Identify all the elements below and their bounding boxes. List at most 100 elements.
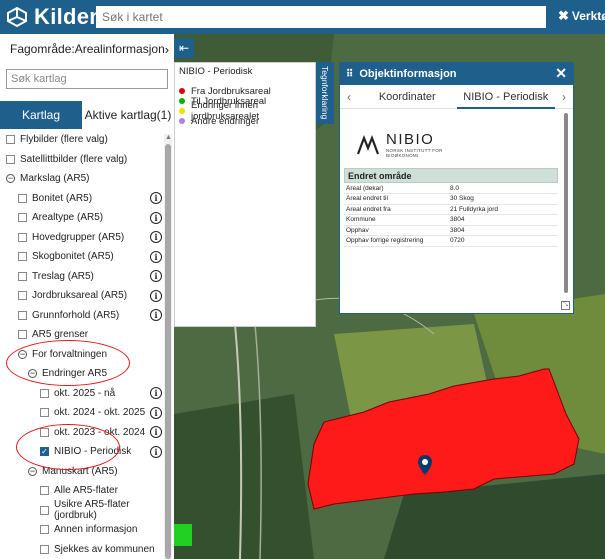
- collapse-icon[interactable]: −: [18, 349, 27, 359]
- layer-label: Hovedgrupper (AR5): [32, 231, 125, 243]
- info-icon[interactable]: i: [150, 211, 162, 224]
- checkbox[interactable]: [18, 291, 27, 301]
- checkbox[interactable]: [40, 427, 49, 437]
- layer-label: Treslag (AR5): [32, 270, 94, 282]
- fagomrade-selector[interactable]: Fagområde: Arealinformasjon ›: [0, 34, 174, 64]
- layer-item[interactable]: Satellittbilder (flere valg): [0, 150, 164, 170]
- scroll-thumb[interactable]: [165, 144, 171, 559]
- checkbox[interactable]: [18, 252, 27, 262]
- checkbox[interactable]: [18, 193, 27, 203]
- close-icon[interactable]: ✕: [555, 65, 567, 82]
- layer-item[interactable]: Jordbruksareal (AR5) i: [0, 286, 164, 306]
- checkbox[interactable]: [18, 330, 27, 340]
- layer-scrollbar[interactable]: ▲: [164, 134, 172, 559]
- layer-item[interactable]: Skogbonitet (AR5) i: [0, 247, 164, 267]
- layer-item[interactable]: Hovedgrupper (AR5) i: [0, 228, 164, 248]
- row-value: 21 Fulldyrka jord: [448, 204, 558, 215]
- legend-swatch: [179, 108, 185, 114]
- layer-item[interactable]: Flybilder (flere valg): [0, 130, 164, 150]
- info-icon[interactable]: i: [150, 270, 162, 283]
- scroll-up-icon[interactable]: ▲: [165, 134, 172, 141]
- table-row: Kommune 3804: [344, 214, 558, 226]
- legend-tab[interactable]: Tegnforklaring: [316, 62, 334, 124]
- nibio-mark-icon: [356, 134, 380, 154]
- collapse-panel-button[interactable]: ⇤: [174, 38, 194, 58]
- tools-button[interactable]: ✖ Verktøy: [558, 8, 605, 24]
- legend-item-label: Andre endringer: [191, 115, 260, 127]
- checkbox[interactable]: [40, 544, 49, 554]
- layer-item[interactable]: Bonitet (AR5) i: [0, 189, 164, 209]
- layer-item[interactable]: okt. 2024 - okt. 2025 i: [0, 403, 164, 423]
- layer-item[interactable]: Alle AR5-flater: [0, 481, 164, 501]
- layer-label: okt. 2025 - nå: [54, 387, 116, 399]
- layer-item[interactable]: okt. 2023 - okt. 2024 i: [0, 423, 164, 443]
- row-key: Areal endret fra: [344, 204, 448, 215]
- app-logo[interactable]: Kilden: [6, 4, 103, 30]
- layer-item[interactable]: okt. 2025 - nå i: [0, 384, 164, 404]
- layer-item[interactable]: Usikre AR5-flater (jordbruk): [0, 499, 164, 521]
- layer-label: Annen informasjon: [54, 524, 138, 536]
- table-row: Opphav 3804: [344, 225, 558, 236]
- layer-item[interactable]: AR5 grenser: [0, 325, 164, 345]
- checkbox[interactable]: [6, 135, 15, 145]
- checkbox[interactable]: [40, 525, 49, 535]
- row-key: Kommune: [344, 214, 448, 226]
- layer-item[interactable]: Sjekkes av kommunen: [0, 540, 164, 559]
- layer-item[interactable]: Arealtype (AR5) i: [0, 208, 164, 228]
- layer-item[interactable]: Annen informasjon: [0, 520, 164, 540]
- info-icon[interactable]: i: [150, 192, 162, 205]
- collapse-icon[interactable]: −: [6, 174, 15, 184]
- checkbox[interactable]: [40, 486, 49, 496]
- popup-header[interactable]: ⠿ Objektinformasjon ✕: [340, 63, 573, 85]
- layer-group[interactable]: − Endringer AR5: [0, 364, 164, 384]
- chevron-left-icon[interactable]: ‹: [340, 90, 358, 104]
- info-icon[interactable]: i: [150, 250, 162, 263]
- checkbox[interactable]: [18, 271, 27, 281]
- resize-handle-icon[interactable]: ⤡: [561, 301, 570, 310]
- info-icon[interactable]: i: [150, 426, 162, 439]
- info-icon[interactable]: i: [150, 309, 162, 322]
- tab-aktive-kartlag[interactable]: Aktive kartlag(1): [82, 101, 174, 129]
- layer-item[interactable]: ✓ NIBIO - Periodisk i: [0, 442, 164, 462]
- layer-tree: Flybilder (flere valg) Satellittbilder (f…: [0, 130, 164, 559]
- checkbox[interactable]: [40, 408, 49, 418]
- checkbox[interactable]: [40, 388, 49, 398]
- legend-item: Endringer innen jordbruksarealet: [179, 100, 311, 122]
- object-info-popup: ⠿ Objektinformasjon ✕ ‹ Koordinater NIBI…: [339, 62, 574, 314]
- checkbox-checked[interactable]: ✓: [40, 447, 49, 457]
- layer-label: NIBIO - Periodisk: [54, 446, 132, 458]
- info-icon[interactable]: i: [150, 445, 162, 458]
- chevron-right-icon[interactable]: ›: [555, 90, 573, 104]
- collapse-icon[interactable]: −: [28, 369, 37, 379]
- tab-kartlag[interactable]: Kartlag: [0, 101, 82, 129]
- layer-group[interactable]: − For forvaltningen: [0, 345, 164, 365]
- table-row: Opphav forrige registrering 0720: [344, 235, 558, 247]
- layer-search-input[interactable]: Søk kartlag: [6, 69, 168, 89]
- checkbox[interactable]: [18, 310, 27, 320]
- info-icon[interactable]: i: [150, 387, 162, 400]
- row-value: 8.0: [448, 183, 558, 194]
- layer-label: okt. 2024 - okt. 2025: [54, 407, 146, 419]
- checkbox[interactable]: [18, 232, 27, 242]
- checkbox[interactable]: [40, 505, 49, 515]
- info-icon[interactable]: i: [150, 289, 162, 302]
- layer-item[interactable]: Treslag (AR5) i: [0, 267, 164, 287]
- map-search-input[interactable]: [96, 6, 546, 28]
- drag-handle-icon[interactable]: ⠿: [346, 69, 353, 80]
- chevron-right-icon: ›: [164, 41, 170, 57]
- tab-nibio-periodisk[interactable]: NIBIO - Periodisk: [456, 85, 555, 109]
- tab-koordinater[interactable]: Koordinater: [358, 91, 457, 103]
- layer-group[interactable]: − Markslag (AR5): [0, 169, 164, 189]
- checkbox[interactable]: [6, 154, 15, 164]
- info-icon[interactable]: i: [150, 231, 162, 244]
- layer-item[interactable]: Grunnforhold (AR5) i: [0, 306, 164, 326]
- layer-label: okt. 2023 - okt. 2024: [54, 426, 146, 438]
- checkbox[interactable]: [18, 213, 27, 223]
- app-name: Kilden: [34, 4, 104, 29]
- info-icon[interactable]: i: [150, 406, 162, 419]
- layer-tabs: Kartlag Aktive kartlag(1): [0, 101, 174, 129]
- layer-group[interactable]: − Manuskart (AR5): [0, 462, 164, 482]
- popup-scrollbar[interactable]: [564, 113, 568, 293]
- collapse-icon[interactable]: −: [28, 466, 37, 476]
- location-pin-icon[interactable]: [418, 455, 432, 475]
